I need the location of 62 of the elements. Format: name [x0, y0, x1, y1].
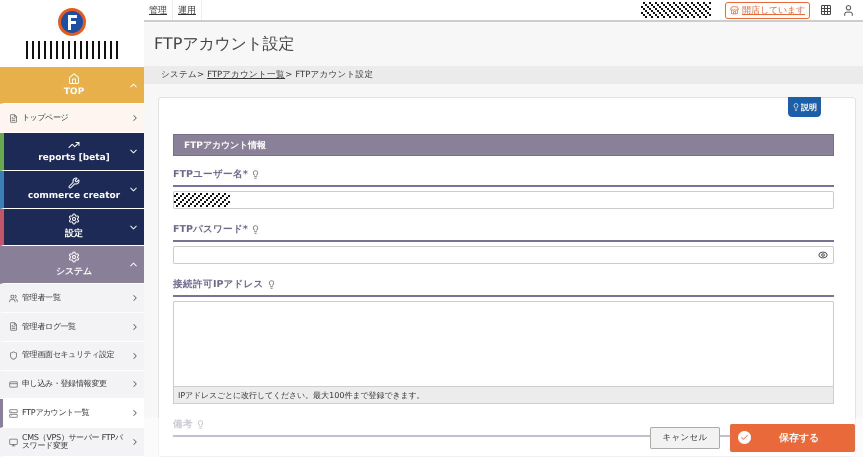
- nav-item-label: トップページ: [22, 114, 70, 122]
- card-icon: [9, 380, 18, 389]
- section-header: FTPアカウント情報: [173, 134, 834, 156]
- nav-item-label: 申し込み・登録情報変更: [22, 380, 108, 389]
- top-link[interactable]: 運用: [173, 0, 202, 20]
- input-field[interactable]: [173, 191, 834, 209]
- nav-item-label: 管理者一覧: [22, 294, 62, 302]
- nav-section-label: システム: [56, 266, 92, 278]
- nav-section-label: 設定: [65, 227, 83, 240]
- nav-section-label: commerce creator: [28, 191, 120, 202]
- redacted-text: [174, 193, 230, 207]
- field-label: 接続許可IPアドレス: [173, 278, 264, 291]
- nav-item[interactable]: CMS（VPS）サーバー FTPパスワード変更: [0, 428, 144, 457]
- help-button[interactable]: 説明: [788, 97, 821, 117]
- top-link[interactable]: 管理: [144, 0, 173, 20]
- nav-item[interactable]: 申し込み・登録情報変更: [0, 370, 144, 400]
- nav-section-label: reports [beta]: [38, 153, 110, 164]
- breadcrumb-item: システム: [161, 69, 197, 81]
- hint-icon[interactable]: [250, 225, 260, 234]
- check-icon: [738, 431, 751, 444]
- nav-item-label: FTPアカウント一覧: [22, 409, 90, 418]
- users-icon: [9, 294, 18, 303]
- nav-item[interactable]: 管理者一覧: [0, 284, 144, 313]
- wrench-icon: [68, 177, 80, 190]
- field-label: FTPユーザー名*: [173, 168, 248, 181]
- nav-item-label: 管理者ログ一覧: [22, 322, 77, 332]
- settings-icon: [68, 251, 80, 264]
- nav-section[interactable]: commerce creator: [0, 170, 144, 209]
- server-icon: [9, 408, 18, 418]
- user-icon[interactable]: [842, 4, 855, 16]
- nav-item[interactable]: 管理者ログ一覧: [0, 312, 144, 342]
- store-icon: [730, 6, 739, 14]
- show-password-icon[interactable]: [818, 250, 828, 260]
- lightbulb-icon: [792, 103, 800, 111]
- nav-section-label: TOP: [64, 86, 84, 97]
- hint-icon[interactable]: [250, 170, 260, 179]
- nav-item-label: 管理画面セキュリティ設定: [22, 351, 116, 360]
- redacted-text: [641, 2, 711, 18]
- field-label: FTPパスワード*: [173, 223, 248, 236]
- apps-icon[interactable]: [820, 4, 832, 16]
- breadcrumb-separator: >: [197, 70, 204, 80]
- settings-icon: [68, 213, 80, 226]
- input-field[interactable]: [173, 246, 834, 264]
- logo-icon: [57, 7, 87, 38]
- shield-icon: [9, 351, 18, 360]
- nav-section[interactable]: reports [beta]: [0, 133, 144, 171]
- hint-icon[interactable]: [266, 280, 276, 289]
- nav-section[interactable]: 設定: [0, 208, 144, 246]
- breadcrumb-separator: >: [285, 70, 292, 80]
- breadcrumb-link[interactable]: FTPアカウント一覧: [207, 69, 286, 81]
- page-title: FTPアカウント設定: [153, 32, 296, 54]
- field-note: IPアドレスごとに改行してください。最大100件まで登録できます。: [173, 387, 834, 404]
- cancel-button[interactable]: キャンセル: [650, 426, 720, 448]
- nav-item[interactable]: トップページ: [0, 104, 144, 134]
- nav-section[interactable]: システム: [0, 246, 144, 284]
- monitor-icon: [9, 438, 18, 447]
- page-icon: [9, 114, 18, 123]
- nav-item[interactable]: 管理画面セキュリティ設定: [0, 342, 144, 371]
- nav-item-label: CMS（VPS）サーバー FTPパスワード変更: [22, 434, 124, 450]
- home-icon: [68, 72, 80, 85]
- breadcrumb-item: FTPアカウント設定: [295, 69, 374, 81]
- document-icon: [9, 322, 18, 332]
